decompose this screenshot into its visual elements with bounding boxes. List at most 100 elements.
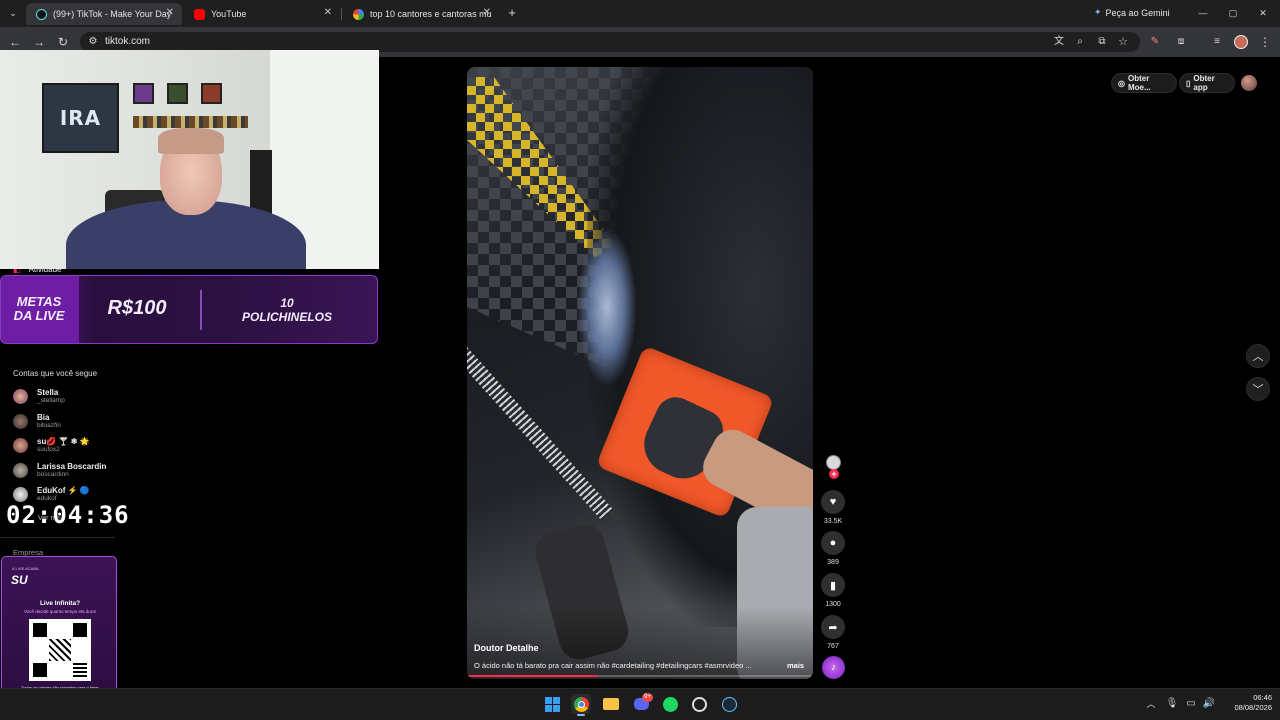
menu-kebab-icon[interactable]: ⋮: [1258, 35, 1272, 49]
goals-title-line2: DA LIVE: [13, 308, 65, 323]
minimize-window-icon[interactable]: —: [1196, 6, 1210, 20]
stream-timer: 02:04:36: [6, 501, 130, 529]
account-handle: _stellamp: [37, 397, 65, 404]
translate-icon[interactable]: 文: [1052, 35, 1066, 49]
more-link[interactable]: mais: [787, 661, 804, 670]
reload-icon[interactable]: ↻: [56, 35, 70, 49]
address-bar[interactable]: [80, 32, 1140, 52]
chevron-down-icon: ﹀: [1252, 384, 1264, 396]
followed-account[interactable]: EduKof ⚡ 🔵 edukof: [13, 486, 90, 502]
poster-text: IRA: [59, 106, 102, 130]
gemini-sparkle-icon: ✦: [1094, 7, 1102, 17]
progress-track[interactable]: [467, 675, 813, 677]
url-text[interactable]: tiktok.com: [105, 36, 150, 47]
promo-badge: A LIVE ACABA: [12, 566, 39, 571]
steam-taskbar-icon[interactable]: [719, 694, 739, 714]
forward-arrow-icon[interactable]: →: [32, 35, 46, 49]
close-icon[interactable]: ✕: [324, 7, 332, 18]
active-app-indicator: [577, 714, 585, 716]
followed-account[interactable]: Bia bibiazfin: [13, 413, 61, 429]
account-name: EduKof ⚡ 🔵: [37, 486, 90, 495]
chrome-taskbar-icon[interactable]: [571, 694, 591, 714]
goal-divider: [200, 290, 202, 330]
system-clock[interactable]: 06:46 08/08/2026: [1222, 693, 1272, 713]
account-name: Stella: [37, 388, 59, 397]
bookmark-star-icon[interactable]: ☆: [1116, 35, 1130, 49]
close-icon[interactable]: ✕: [483, 7, 491, 18]
phone-icon: ▯: [1186, 78, 1191, 88]
shelf-items: [133, 116, 248, 128]
get-app-button[interactable]: ▯ Obter app: [1179, 73, 1235, 93]
followed-account[interactable]: Stella _stellamp: [13, 388, 65, 404]
save-count: 1300: [825, 601, 841, 608]
goal-task: 10 POLICHINELOS: [207, 296, 367, 324]
site-info-icon[interactable]: ⚙: [86, 35, 100, 49]
tray-chevron-up-icon[interactable]: ︿: [1144, 697, 1158, 711]
follow-plus-icon[interactable]: +: [829, 469, 839, 479]
extension-pen-icon[interactable]: ✎: [1148, 35, 1162, 49]
next-video-button[interactable]: ﹀: [1246, 377, 1270, 401]
tab-tiktok[interactable]: (99+) TikTok - Make Your Day ✕: [26, 3, 182, 25]
account-name: su💋 🍸 ❄ 🌟: [37, 437, 90, 446]
new-tab-button[interactable]: +: [505, 6, 519, 20]
comment-button[interactable]: ●: [821, 531, 845, 555]
get-coins-label: Obter Moe...: [1127, 74, 1151, 92]
goals-title: METAS DA LIVE: [1, 295, 77, 323]
chrome-logo: [573, 696, 589, 712]
tiktok-favicon-icon: [36, 8, 47, 20]
get-coins-button[interactable]: ◎ Obter Moe...: [1111, 73, 1177, 93]
goal-amount: R$100: [107, 297, 167, 319]
previous-video-button[interactable]: ︿: [1246, 344, 1270, 368]
spotify-taskbar-icon[interactable]: [660, 694, 680, 714]
account-name: Larissa Boscardin: [37, 462, 107, 471]
maximize-window-icon[interactable]: ▢: [1226, 6, 1240, 20]
user-avatar[interactable]: [1241, 75, 1257, 91]
qr-code[interactable]: [29, 619, 91, 681]
gemini-button[interactable]: ✦ Peça ao Gemini: [1094, 7, 1170, 18]
creator-avatar[interactable]: [826, 455, 841, 470]
tab-google-search[interactable]: top 10 cantores e cantoras mu ✕: [343, 3, 499, 25]
reading-list-icon[interactable]: ≡: [1210, 35, 1224, 49]
comment-count: 389: [827, 559, 839, 566]
browser-tab-strip: ⌄ (99+) TikTok - Make Your Day ✕ YouTube…: [0, 0, 1280, 27]
file-explorer-icon[interactable]: [601, 694, 621, 714]
promo-brand: SU: [11, 573, 28, 587]
install-app-icon[interactable]: ⧉: [1095, 35, 1109, 49]
person-hair: [158, 128, 224, 154]
close-window-icon[interactable]: ✕: [1256, 6, 1270, 20]
back-arrow-icon[interactable]: ←: [8, 35, 22, 49]
tab-search-chevron-icon[interactable]: ⌄: [6, 6, 20, 20]
followed-account[interactable]: su💋 🍸 ❄ 🌟 suufox2: [13, 437, 90, 453]
zoom-icon[interactable]: ⌕: [1073, 35, 1087, 49]
extensions-puzzle-icon[interactable]: ⧈: [1174, 35, 1188, 49]
avatar: [13, 486, 28, 502]
start-logo: [544, 696, 560, 712]
tab-youtube[interactable]: YouTube ✕: [184, 3, 340, 25]
followed-account[interactable]: Larissa Boscardin boscardinn: [13, 462, 106, 478]
steam-logo: [721, 696, 737, 712]
account-handle: boscardinn: [37, 471, 69, 478]
avatar: [13, 462, 28, 478]
windows-start-icon[interactable]: [542, 694, 562, 714]
music-disc[interactable]: ♪: [822, 656, 845, 679]
volume-icon[interactable]: 🔊: [1202, 697, 1216, 711]
obs-taskbar-icon[interactable]: [689, 694, 709, 714]
share-button[interactable]: ➦: [821, 615, 845, 639]
notification-badge: 9+: [642, 693, 653, 702]
promo-subtitle: Você decide quanto tempo ela dura!: [23, 609, 97, 614]
video-player[interactable]: Doutor Detalhe O ácido não tá barato pra…: [467, 67, 813, 679]
wall-frame: [133, 83, 154, 104]
avatar: [13, 413, 28, 429]
tab-title: YouTube: [211, 9, 247, 19]
network-icon[interactable]: ▭: [1184, 697, 1198, 711]
microphone-icon[interactable]: 🎙: [1165, 697, 1179, 711]
video-author[interactable]: Doutor Detalhe: [474, 643, 539, 653]
like-button[interactable]: ♥: [821, 490, 845, 514]
close-icon[interactable]: ✕: [166, 7, 174, 18]
coin-icon: ◎: [1118, 78, 1125, 88]
save-button[interactable]: ▮: [821, 573, 845, 597]
like-count: 33.5K: [823, 518, 843, 525]
wall-poster: IRA: [42, 83, 119, 153]
profile-avatar[interactable]: [1234, 35, 1248, 49]
bookmark-icon: ▮: [829, 579, 837, 592]
